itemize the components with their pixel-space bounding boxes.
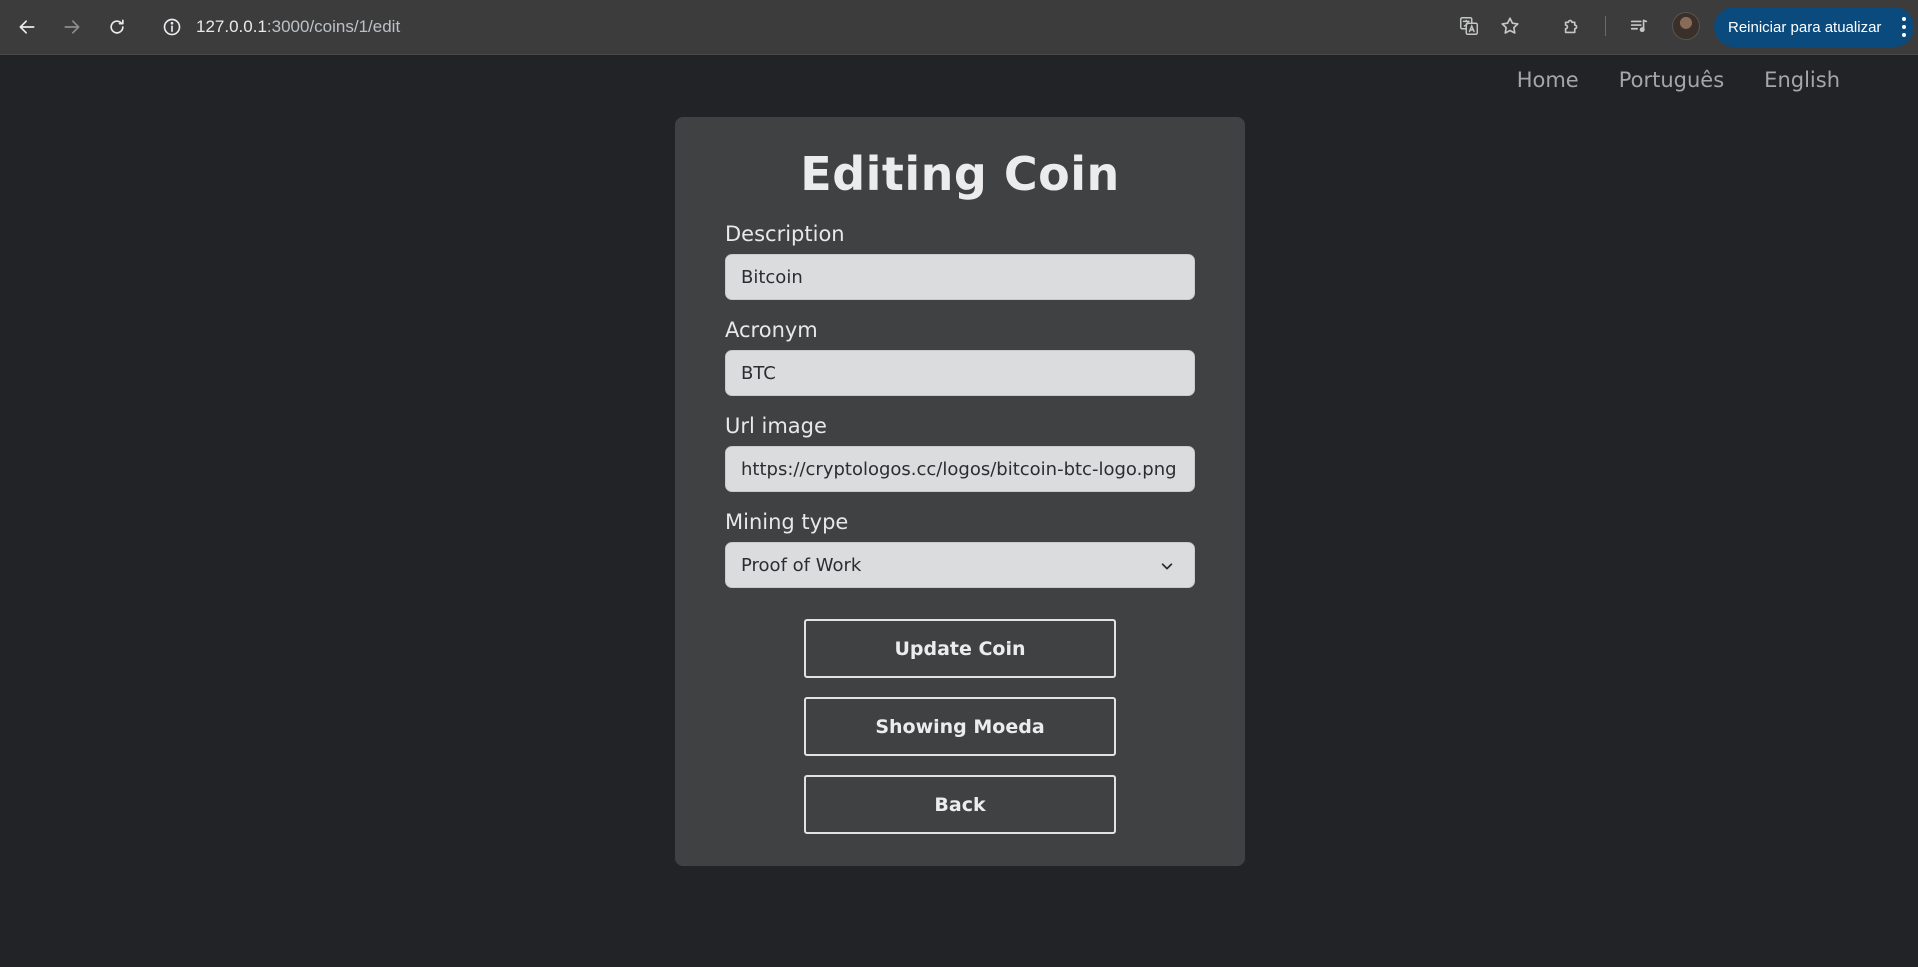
url-image-field[interactable]: https://cryptologos.cc/logos/bitcoin-btc… (725, 446, 1195, 492)
mining-type-label: Mining type (725, 510, 849, 534)
relaunch-update-label: Reiniciar para atualizar (1728, 18, 1882, 36)
showing-moeda-button[interactable]: Showing Moeda (804, 697, 1116, 756)
relaunch-update-button[interactable]: Reiniciar para atualizar (1714, 7, 1914, 47)
url-host: 127.0.0.1 (196, 17, 267, 36)
info-icon[interactable] (162, 17, 182, 37)
mining-type-select[interactable]: Proof of Work (725, 542, 1195, 588)
acronym-label: Acronym (725, 318, 818, 342)
nav-link-english[interactable]: English (1764, 68, 1840, 92)
translate-icon[interactable] (1456, 13, 1482, 39)
page-title: Editing Coin (800, 147, 1120, 201)
acronym-value: BTC (741, 362, 776, 384)
kebab-menu-icon[interactable] (1900, 17, 1908, 37)
reload-icon[interactable] (100, 10, 134, 44)
description-value: Bitcoin (741, 266, 803, 288)
toolbar-divider (1605, 16, 1606, 36)
acronym-field[interactable]: BTC (725, 350, 1195, 396)
url-path: :3000/coins/1/edit (266, 17, 401, 36)
back-button[interactable]: Back (804, 775, 1116, 834)
site-nav: Home Português English (1517, 68, 1840, 92)
mining-type-value: Proof of Work (741, 554, 862, 576)
description-label: Description (725, 222, 845, 246)
address-bar[interactable]: 127.0.0.1:3000/coins/1/edit (150, 9, 1450, 45)
extensions-icon[interactable] (1559, 13, 1585, 39)
description-field[interactable]: Bitcoin (725, 254, 1195, 300)
forward-arrow-icon[interactable] (55, 10, 89, 44)
url-image-value: https://cryptologos.cc/logos/bitcoin-btc… (741, 458, 1177, 480)
media-queue-icon[interactable] (1626, 13, 1652, 39)
chevron-down-icon (1161, 563, 1173, 570)
edit-coin-card: Editing Coin Description Bitcoin Acronym… (675, 117, 1245, 866)
url-text[interactable]: 127.0.0.1:3000/coins/1/edit (196, 17, 400, 37)
nav-link-portugues[interactable]: Português (1619, 68, 1724, 92)
star-icon[interactable] (1497, 13, 1523, 39)
url-image-label: Url image (725, 414, 827, 438)
nav-link-home[interactable]: Home (1517, 68, 1579, 92)
profile-avatar[interactable] (1672, 12, 1700, 40)
browser-toolbar: 127.0.0.1:3000/coins/1/edit Reiniciar pa… (0, 0, 1918, 55)
update-coin-button[interactable]: Update Coin (804, 619, 1116, 678)
back-arrow-icon[interactable] (10, 10, 44, 44)
